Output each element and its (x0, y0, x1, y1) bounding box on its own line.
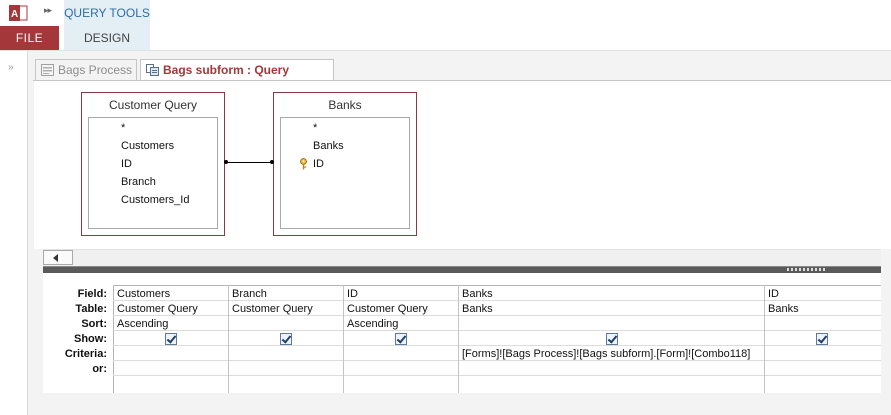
grid-cell-field[interactable]: Customers (117, 288, 170, 300)
grid-cell-field[interactable]: ID (768, 288, 779, 300)
table-title: Customer Query (108, 98, 198, 112)
show-checkbox[interactable] (606, 333, 618, 345)
horizontal-scrollbar[interactable] (43, 249, 881, 266)
row-label-show: Show: (74, 333, 107, 345)
grid-cell-field[interactable]: ID (347, 288, 358, 300)
grid-cell-field[interactable]: Branch (232, 288, 267, 300)
row-label-sort: Sort: (81, 318, 107, 330)
splitter-grip-icon[interactable] (787, 268, 825, 271)
tab-bags-process[interactable]: Bags Process (35, 59, 137, 80)
query-icon (146, 64, 159, 76)
show-checkbox[interactable] (395, 333, 407, 345)
scroll-left-button[interactable] (43, 250, 73, 265)
grid-column-line (764, 285, 765, 393)
field-list-item[interactable]: Banks (313, 140, 344, 152)
tab-query-builder[interactable]: Bags subform : Query Builder (140, 59, 334, 97)
row-label-criteria: Criteria: (64, 348, 107, 360)
field-list-item[interactable]: Branch (121, 176, 156, 188)
tab-bags-process-label: Bags Process (58, 63, 133, 77)
join-endpoint (224, 160, 228, 164)
pane-splitter[interactable] (43, 266, 881, 273)
table-title: Banks (328, 98, 362, 112)
row-label-field: Field: (77, 288, 107, 300)
grid-column-line (458, 285, 459, 393)
field-list[interactable]: * Customers ID Branch Customers_Id (88, 117, 218, 229)
grid-cell-table[interactable]: Customer Query (117, 303, 198, 315)
field-list-item[interactable]: Customers (121, 140, 174, 152)
navigation-pane (0, 51, 28, 415)
join-line[interactable] (225, 162, 273, 163)
grid-cell-sort[interactable]: Ascending (117, 318, 168, 330)
field-list-item[interactable]: ID (121, 158, 132, 170)
field-list[interactable]: * Banks ID (280, 117, 410, 229)
grid-cell-table[interactable]: Customer Query (232, 303, 313, 315)
form-icon (41, 64, 54, 76)
access-app-icon[interactable]: A (8, 4, 28, 22)
grid-cell-sort[interactable]: Ascending (347, 318, 398, 330)
row-label-table: Table: (75, 303, 107, 315)
table-banks[interactable]: Banks * Banks ID (273, 92, 417, 236)
grid-cell-table[interactable]: Customer Query (347, 303, 428, 315)
table-customer-query[interactable]: Customer Query * Customers ID Branch Cus… (81, 92, 225, 236)
expand-nav-pane-icon[interactable]: » (8, 62, 13, 73)
query-tools-label: QUERY TOOLS (64, 6, 150, 20)
svg-text:A: A (11, 9, 18, 20)
row-label-or: or: (92, 363, 107, 375)
primary-key-icon (300, 158, 307, 170)
grid-cell-criteria[interactable]: [Forms]![Bags Process]![Bags subform].[F… (462, 348, 750, 360)
grid-column-line (343, 285, 344, 393)
quick-access-more-icon[interactable]: ▸▸ (44, 5, 52, 16)
field-list-item[interactable]: ID (313, 158, 324, 170)
field-list-item[interactable]: Customers_Id (121, 194, 189, 206)
show-checkbox[interactable] (280, 333, 292, 345)
access-window: A ▸▸ QUERY TOOLS FILE DESIGN » Bags Proc… (0, 0, 891, 415)
show-checkbox[interactable] (165, 333, 177, 345)
field-list-item[interactable]: * (121, 122, 125, 134)
show-checkbox[interactable] (816, 333, 828, 345)
grid-cell-field[interactable]: Banks (462, 288, 493, 300)
design-tab[interactable]: DESIGN (64, 26, 150, 50)
grid-cell-table[interactable]: Banks (462, 303, 493, 315)
file-tab[interactable]: FILE (0, 26, 59, 50)
join-endpoint (270, 160, 274, 164)
grid-cell-table[interactable]: Banks (768, 303, 799, 315)
field-list-item[interactable]: * (313, 122, 317, 134)
grid-column-line (228, 285, 229, 393)
